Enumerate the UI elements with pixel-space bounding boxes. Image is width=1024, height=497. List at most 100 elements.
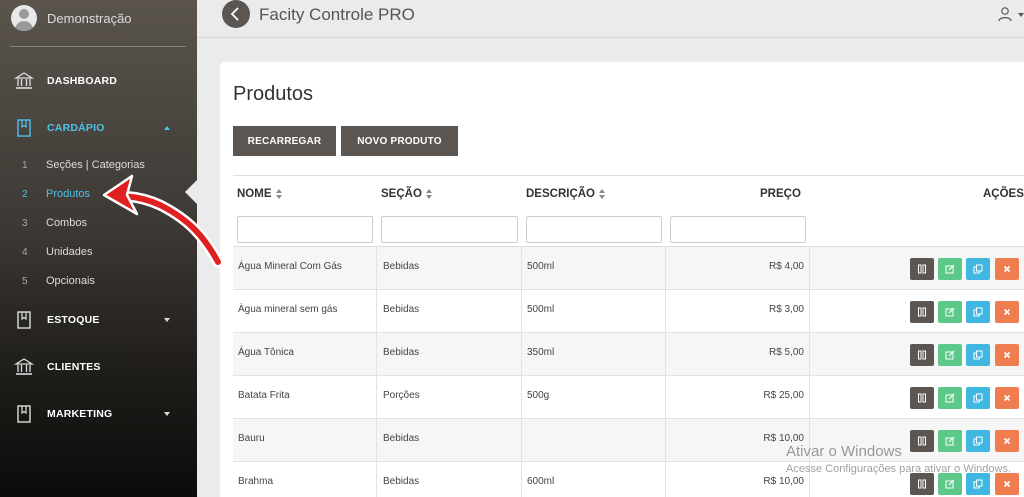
table-row: Àgua mineral sem gás Bebidas 500ml R$ 3,00 — [233, 290, 1024, 333]
view-button[interactable] — [910, 473, 934, 495]
submenu-number: 1 — [22, 160, 28, 171]
submenu-produtos[interactable]: 2 Produtos — [0, 186, 197, 204]
new-product-button[interactable]: NOVO PRODUTO — [341, 126, 458, 156]
edit-button[interactable] — [938, 258, 962, 280]
edit-icon — [945, 264, 955, 274]
column-label: NOME — [237, 188, 272, 200]
chevron-down-icon[interactable] — [1018, 13, 1024, 17]
delete-button[interactable] — [995, 344, 1019, 366]
cell-nome: Água Tônica — [238, 347, 294, 358]
column-header-secao[interactable]: SEÇÃO — [381, 188, 433, 200]
table-row: Batata Frita Porções 500g R$ 25,00 — [233, 376, 1024, 419]
cell-preco: R$ 4,00 — [768, 261, 804, 272]
submenu-number: 5 — [22, 276, 28, 287]
divider — [10, 46, 186, 47]
view-button[interactable] — [910, 301, 934, 323]
filter-preco-input[interactable] — [670, 216, 806, 243]
column-header-preco[interactable]: PREÇO — [760, 188, 801, 200]
sidebar: Demonstração DASHBOARD CARDÁPIO 1 Seções… — [0, 0, 197, 497]
edit-button[interactable] — [938, 301, 962, 323]
table-row: Água Tônica Bebidas 350ml R$ 5,00 — [233, 333, 1024, 376]
view-button[interactable] — [910, 430, 934, 452]
filter-nome-input[interactable] — [237, 216, 373, 243]
column-header-descricao[interactable]: DESCRIÇÃO — [526, 188, 606, 200]
reload-button[interactable]: RECARREGAR — [233, 126, 336, 156]
view-button[interactable] — [910, 344, 934, 366]
sort-icon — [599, 188, 606, 199]
app-title: Facity Controle PRO — [259, 5, 415, 24]
duplicate-button[interactable] — [966, 387, 990, 409]
copy-icon — [973, 479, 983, 489]
back-button[interactable] — [222, 0, 250, 28]
edit-icon — [945, 436, 955, 446]
book-icon — [17, 119, 31, 137]
edit-icon — [945, 307, 955, 317]
nav-clientes-label: CLIENTES — [47, 361, 101, 373]
close-icon — [1002, 307, 1012, 317]
view-button[interactable] — [910, 258, 934, 280]
delete-button[interactable] — [995, 430, 1019, 452]
edit-button[interactable] — [938, 344, 962, 366]
filter-secao-input[interactable] — [381, 216, 518, 243]
username: Demonstração — [47, 11, 132, 26]
cell-nome: Bauru — [238, 433, 265, 444]
cell-descricao: 600ml — [527, 476, 555, 487]
filter-descricao-input[interactable] — [526, 216, 662, 243]
cell-secao: Bebidas — [383, 347, 420, 358]
duplicate-button[interactable] — [966, 258, 990, 280]
view-button[interactable] — [910, 387, 934, 409]
column-header-nome[interactable]: NOME — [237, 188, 283, 200]
submenu-secoes[interactable]: 1 Seções | Categorias — [0, 157, 197, 175]
submenu-label: Produtos — [46, 188, 91, 200]
submenu-number: 3 — [22, 218, 28, 229]
book-icon — [17, 405, 31, 423]
bank-icon — [14, 72, 34, 89]
submenu-unidades[interactable]: 4 Unidades — [0, 244, 197, 262]
close-icon — [1002, 436, 1012, 446]
cell-nome: Àgua mineral sem gás — [238, 304, 338, 315]
delete-button[interactable] — [995, 258, 1019, 280]
column-label: SEÇÃO — [381, 188, 422, 200]
nav-dashboard[interactable]: DASHBOARD — [0, 68, 197, 94]
duplicate-button[interactable] — [966, 344, 990, 366]
cell-nome: Água Mineral Com Gás — [238, 261, 342, 272]
chevron-down-icon — [164, 412, 170, 416]
nav-estoque-label: ESTOQUE — [47, 314, 100, 326]
nav-marketing[interactable]: MARKETING — [0, 401, 197, 427]
edit-button[interactable] — [938, 430, 962, 452]
cell-descricao: 350ml — [527, 347, 555, 358]
windows-activation-text: Acesse Configurações para ativar o Windo… — [786, 463, 1011, 475]
chevron-up-icon — [164, 126, 170, 130]
edit-button[interactable] — [938, 473, 962, 495]
copy-icon — [973, 307, 983, 317]
sort-icon — [425, 188, 433, 199]
duplicate-button[interactable] — [966, 430, 990, 452]
bank-icon — [14, 358, 34, 375]
user-profile[interactable]: Demonstração — [0, 0, 197, 47]
delete-button[interactable] — [995, 301, 1019, 323]
submenu-number: 2 — [22, 189, 28, 200]
submenu-combos[interactable]: 3 Combos — [0, 215, 197, 233]
nav-marketing-label: MARKETING — [47, 408, 113, 420]
copy-icon — [973, 393, 983, 403]
columns-icon — [917, 393, 927, 403]
cell-secao: Bebidas — [383, 261, 420, 272]
active-indicator — [185, 180, 197, 204]
duplicate-button[interactable] — [966, 473, 990, 495]
cell-preco: R$ 5,00 — [768, 347, 804, 358]
cell-descricao: 500g — [527, 390, 550, 401]
nav-cardapio[interactable]: CARDÁPIO — [0, 115, 197, 141]
delete-button[interactable] — [995, 387, 1019, 409]
cell-preco: R$ 3,00 — [768, 304, 804, 315]
close-icon — [1002, 350, 1012, 360]
table-row: Bauru Bebidas R$ 10,00 — [233, 419, 1024, 462]
nav-estoque[interactable]: ESTOQUE — [0, 307, 197, 333]
edit-button[interactable] — [938, 387, 962, 409]
user-icon[interactable] — [997, 6, 1013, 22]
cell-nome: Batata Frita — [238, 390, 290, 401]
submenu-opcionais[interactable]: 5 Opcionais — [0, 273, 197, 291]
nav-clientes[interactable]: CLIENTES — [0, 354, 197, 380]
column-header-acoes: AÇÕES — [983, 188, 1024, 200]
duplicate-button[interactable] — [966, 301, 990, 323]
delete-button[interactable] — [995, 473, 1019, 495]
